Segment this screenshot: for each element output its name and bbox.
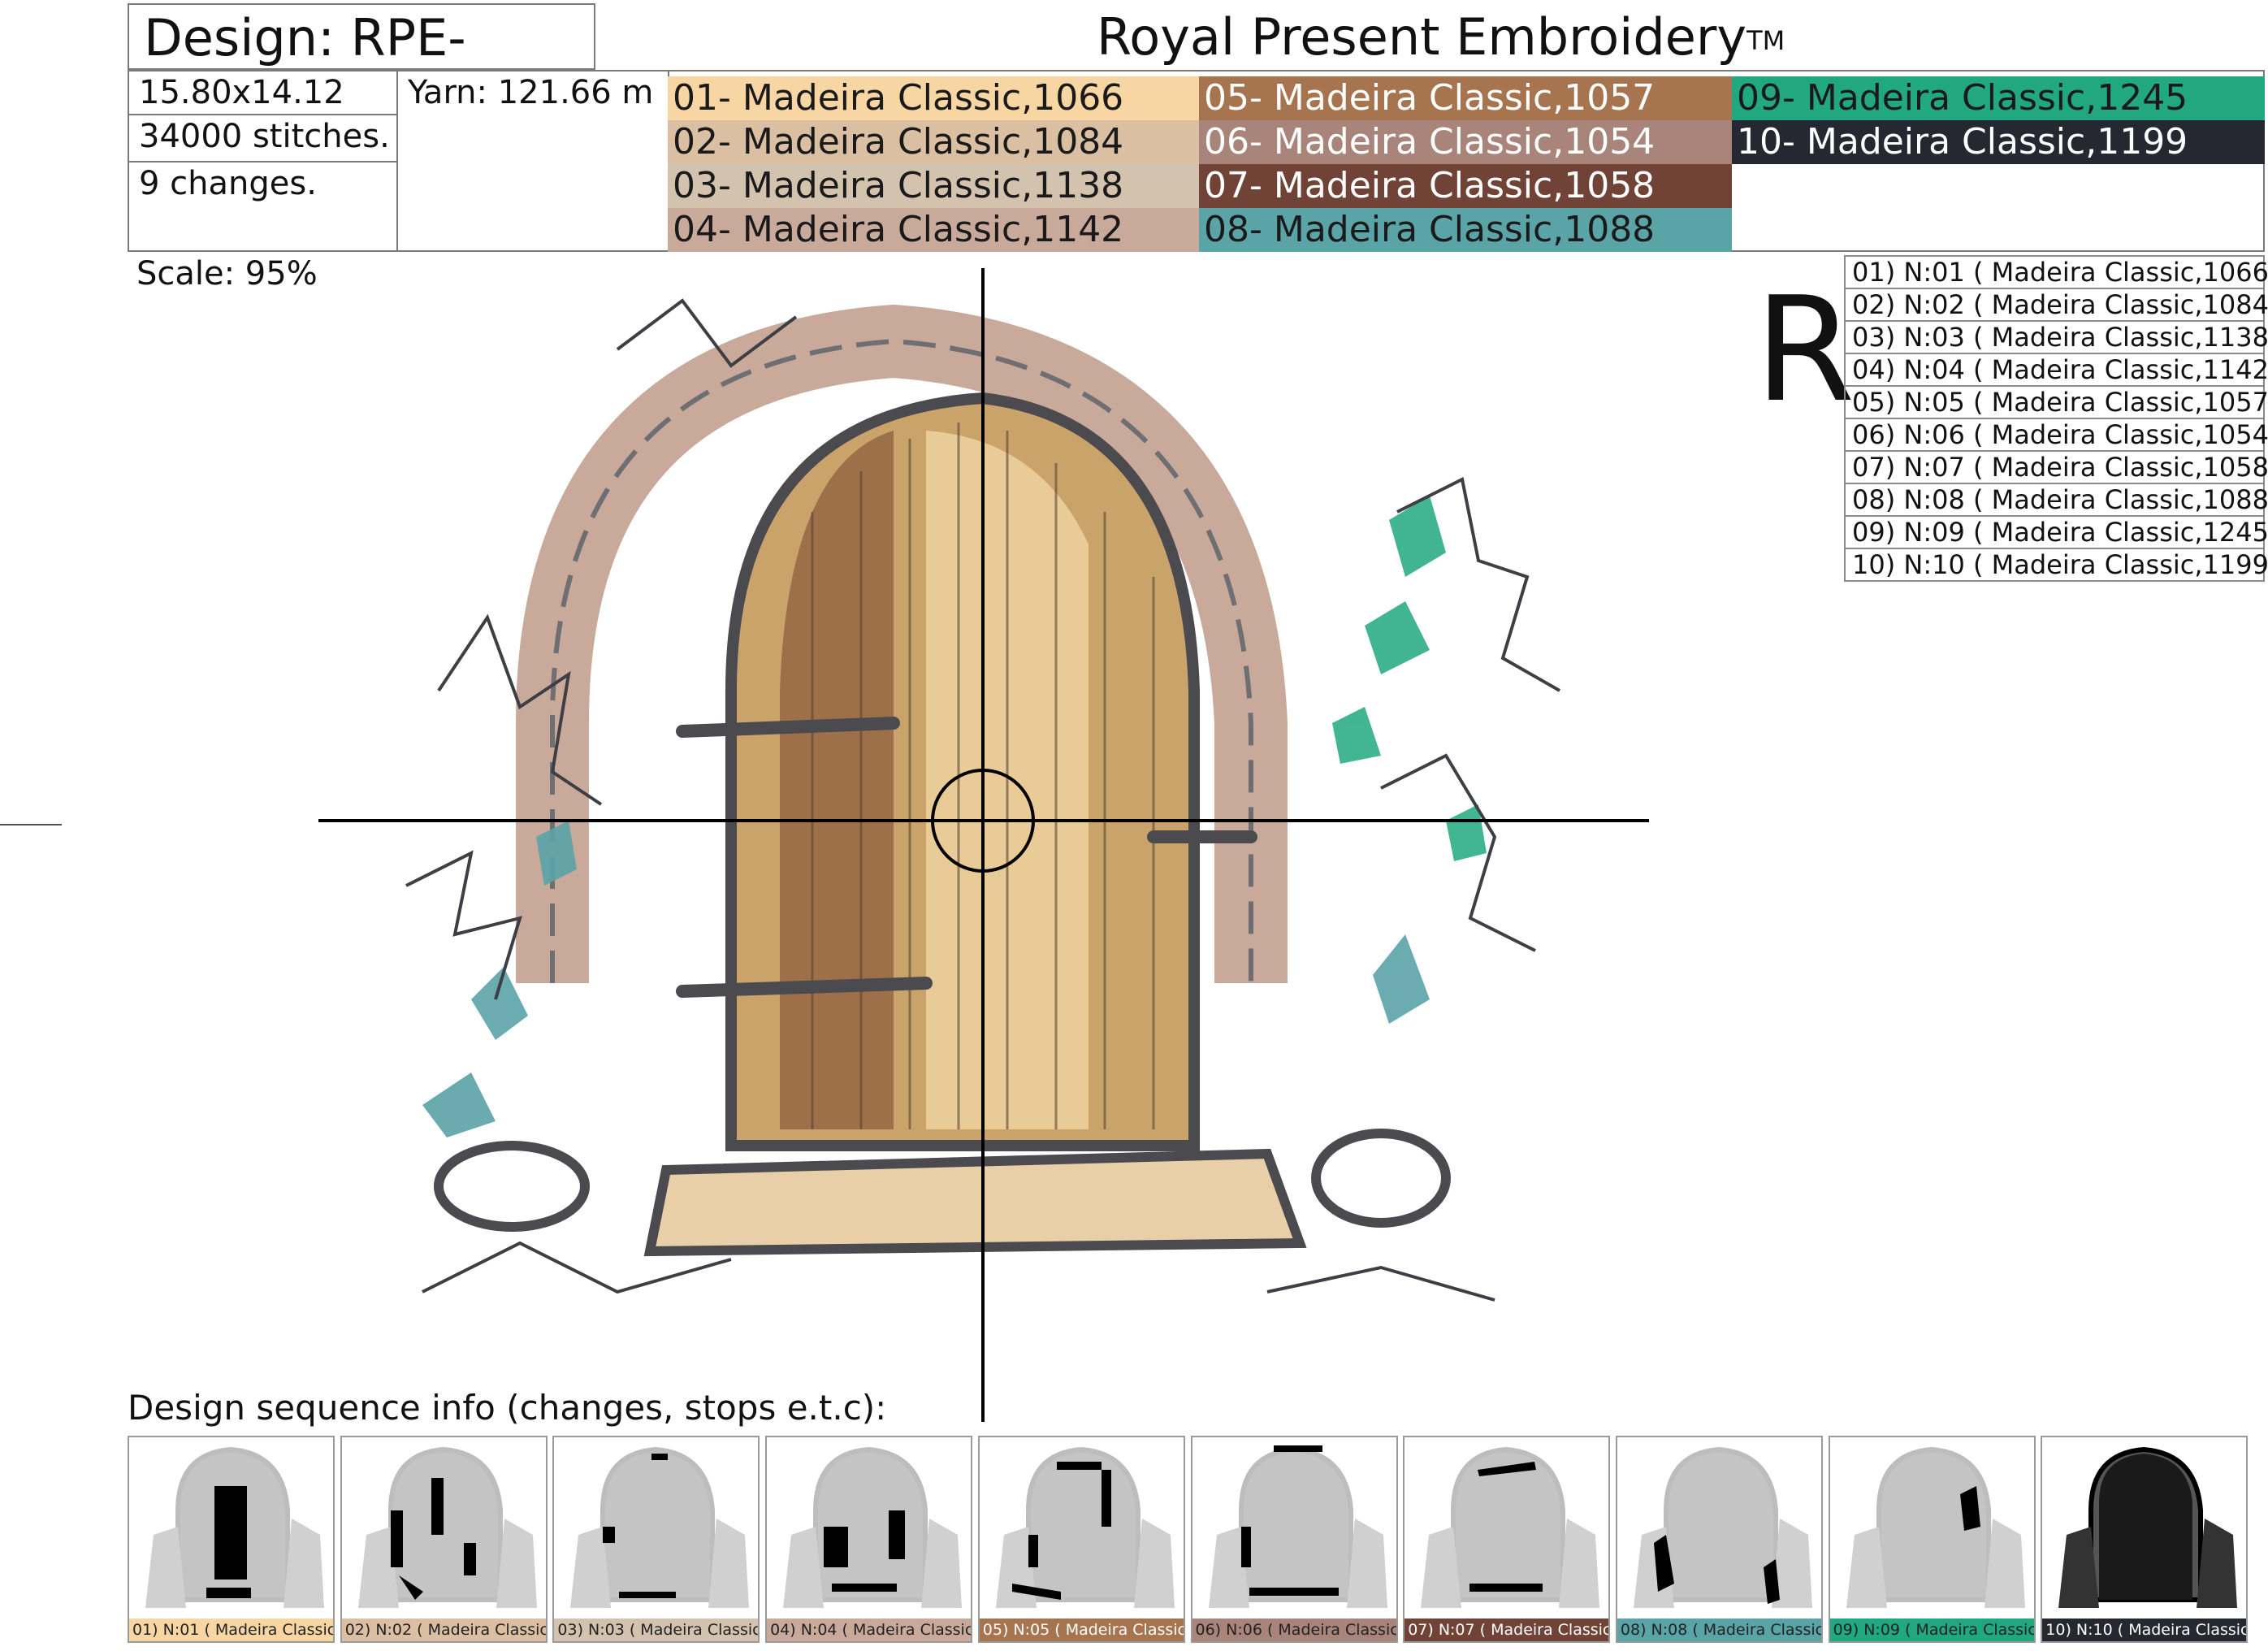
leaves-right	[1332, 496, 1487, 861]
thumbnail-preview	[783, 1446, 963, 1608]
thumbnail-preview	[145, 1446, 324, 1608]
brand-name: Royal Present Embroidery	[1097, 7, 1747, 67]
sequence-step-label: 06) N:06 ( Madeira Classic	[1192, 1618, 1396, 1641]
yarn-cell: Yarn: 121.66 m	[396, 70, 669, 252]
thumbnail-preview	[570, 1446, 750, 1608]
color-swatch-07: 07- Madeira Classic,1058	[1199, 164, 1732, 208]
sequence-thumbnail[interactable]: 10) N:10 ( Madeira Classic,	[2041, 1436, 2249, 1643]
color-swatch-01: 01- Madeira Classic,1066	[668, 76, 1199, 120]
size-cell: 15.80x14.12 cm	[128, 70, 398, 154]
sequence-thumbnail[interactable]: 08) N:08 ( Madeira Classic	[1615, 1436, 1823, 1643]
r-mark: R	[1755, 266, 1855, 434]
needle-row: 09) N:09 ( Madeira Classic,1245)	[1844, 515, 2268, 549]
left-tick-mark	[0, 824, 62, 826]
sequence-step-label: 10) N:10 ( Madeira Classic,	[2042, 1618, 2247, 1641]
sequence-thumbnail[interactable]: 01) N:01 ( Madeira Classic,1	[128, 1436, 335, 1643]
sequence-thumbnail[interactable]: 07) N:07 ( Madeira Classic	[1403, 1436, 1611, 1643]
sequence-label: Design sequence info (changes, stops e.t…	[128, 1388, 887, 1428]
color-swatch-10: 10- Madeira Classic,1199	[1732, 120, 2265, 164]
needle-row: 02) N:02 ( Madeira Classic,1084)	[1844, 288, 2268, 322]
sequence-step-label: 01) N:01 ( Madeira Classic,1	[129, 1618, 333, 1641]
sequence-step-label: 09) N:09 ( Madeira Classic	[1829, 1618, 2034, 1641]
sequence-thumbnail[interactable]: 03) N:03 ( Madeira Classic	[552, 1436, 760, 1643]
stitch-region-marker	[2099, 1454, 2193, 1600]
color-swatch-02: 02- Madeira Classic,1084	[668, 120, 1199, 164]
sequence-step-label: 07) N:07 ( Madeira Classic	[1405, 1618, 1609, 1641]
needle-row: 01) N:01 ( Madeira Classic,1066)	[1844, 255, 2268, 289]
needle-row: 03) N:03 ( Madeira Classic,1138)	[1844, 320, 2268, 354]
needle-row: 05) N:05 ( Madeira Classic,1057)	[1844, 385, 2268, 419]
thumbnail-preview	[995, 1446, 1175, 1608]
color-swatch-06: 06- Madeira Classic,1054	[1199, 120, 1732, 164]
sequence-step-label: 08) N:08 ( Madeira Classic	[1617, 1618, 1821, 1641]
needle-row: 06) N:06 ( Madeira Classic,1054)	[1844, 418, 2268, 452]
design-title: Design: RPE-3390	[128, 3, 595, 134]
color-swatch-09: 09- Madeira Classic,1245	[1732, 76, 2265, 120]
sequence-thumbnail[interactable]: 05) N:05 ( Madeira Classic	[977, 1436, 1185, 1643]
thumbnail-preview	[1421, 1446, 1600, 1608]
sequence-step-label: 03) N:03 ( Madeira Classic	[554, 1618, 759, 1641]
sequence-thumbnail[interactable]: 02) N:02 ( Madeira Classic	[340, 1436, 548, 1643]
color-swatch-03: 03- Madeira Classic,1138	[668, 164, 1199, 208]
stitches-cell: 34000 stitches.	[128, 114, 398, 162]
sequence-thumbnail[interactable]: 04) N:04 ( Madeira Classic	[765, 1436, 973, 1643]
color-swatch-08: 08- Madeira Classic,1088	[1199, 208, 1732, 252]
thumbnail-preview	[357, 1446, 537, 1608]
thumbnail-preview	[1208, 1445, 1387, 1608]
changes-cell: 9 changes.	[128, 161, 398, 252]
trademark-mark: TM	[1746, 25, 1785, 56]
needle-row: 07) N:07 ( Madeira Classic,1058)	[1844, 450, 2268, 484]
brand-title: Royal Present EmbroideryTM	[1097, 6, 1785, 68]
needle-table: 01) N:01 ( Madeira Classic,1066) 02) N:02…	[1844, 255, 2268, 582]
thumbnail-preview	[2058, 1446, 2238, 1608]
sequence-thumbnail[interactable]: 06) N:06 ( Madeira Classic	[1190, 1436, 1398, 1643]
embroidery-design-preview	[318, 268, 1649, 1422]
needle-row: 04) N:04 ( Madeira Classic,1142)	[1844, 353, 2268, 387]
sequence-step-label: 04) N:04 ( Madeira Classic	[767, 1618, 972, 1641]
wooden-door	[725, 392, 1200, 1151]
needle-row: 10) N:10 ( Madeira Classic,1199)	[1844, 548, 2268, 582]
sequence-step-label: 05) N:05 ( Madeira Classic	[979, 1618, 1184, 1641]
needle-row: 08) N:08 ( Madeira Classic,1088)	[1844, 483, 2268, 517]
color-swatch-04: 04- Madeira Classic,1142	[668, 208, 1199, 252]
sequence-step-label: 02) N:02 ( Madeira Classic	[341, 1618, 546, 1641]
thumbnail-preview	[1633, 1446, 1812, 1608]
thumbnail-preview	[1846, 1446, 2025, 1608]
sequence-thumbnail[interactable]: 09) N:09 ( Madeira Classic	[1828, 1436, 2036, 1643]
color-swatch-05: 05- Madeira Classic,1057	[1199, 76, 1732, 120]
scale-label: Scale: 95%	[136, 255, 318, 292]
